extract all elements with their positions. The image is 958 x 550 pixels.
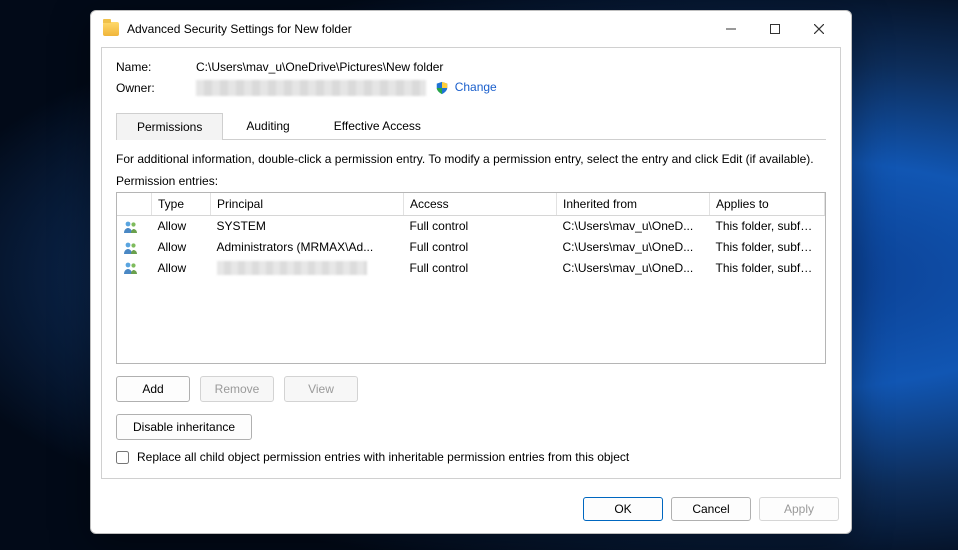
shield-icon	[435, 81, 449, 95]
people-icon	[117, 216, 152, 237]
advanced-security-window: Advanced Security Settings for New folde…	[90, 10, 852, 534]
col-inherited[interactable]: Inherited from	[557, 193, 710, 216]
owner-row: Owner: Change	[116, 80, 826, 96]
inherited-value: C:\Users\mav_u\OneD...	[557, 216, 710, 237]
table-row[interactable]: Allow Administrators (MRMAX\Ad... Full con…	[117, 237, 825, 258]
tab-auditing[interactable]: Auditing	[225, 112, 310, 139]
grid-header-row: Type Principal Access Inherited from App…	[117, 193, 825, 216]
tab-effective-access[interactable]: Effective Access	[313, 112, 442, 139]
type-value: Allow	[152, 237, 211, 258]
access-value: Full control	[404, 216, 557, 237]
access-value: Full control	[404, 237, 557, 258]
entry-buttons: Add Remove View	[116, 376, 826, 402]
applies-value: This folder, subfolders and files	[710, 258, 825, 279]
titlebar: Advanced Security Settings for New folde…	[91, 11, 851, 47]
minimize-button[interactable]	[709, 14, 753, 44]
table-row[interactable]: Allow Full controlC:\Users\mav_u\OneD...T…	[117, 258, 825, 279]
apply-button: Apply	[759, 497, 839, 521]
principal-redacted	[217, 261, 367, 275]
access-value: Full control	[404, 258, 557, 279]
inherited-value: C:\Users\mav_u\OneD...	[557, 258, 710, 279]
view-button: View	[284, 376, 358, 402]
replace-child-checkbox-row[interactable]: Replace all child object permission entr…	[116, 450, 826, 464]
cancel-button[interactable]: Cancel	[671, 497, 751, 521]
close-button[interactable]	[797, 14, 841, 44]
inherited-value: C:\Users\mav_u\OneD...	[557, 237, 710, 258]
tab-permissions[interactable]: Permissions	[116, 113, 223, 140]
replace-child-label: Replace all child object permission entr…	[137, 450, 629, 464]
remove-button: Remove	[200, 376, 274, 402]
owner-value-redacted	[196, 80, 426, 96]
add-button[interactable]: Add	[116, 376, 190, 402]
col-access[interactable]: Access	[404, 193, 557, 216]
content-pane: Name: C:\Users\mav_u\OneDrive\Pictures\N…	[101, 47, 841, 479]
inheritance-buttons: Disable inheritance	[116, 414, 826, 440]
applies-value: This folder, subfolders and files	[710, 216, 825, 237]
table-row[interactable]: Allow SYSTEM Full controlC:\Users\mav_u\On…	[117, 216, 825, 237]
col-applies[interactable]: Applies to	[710, 193, 825, 216]
info-text: For additional information, double-click…	[116, 152, 826, 166]
maximize-button[interactable]	[753, 14, 797, 44]
name-row: Name: C:\Users\mav_u\OneDrive\Pictures\N…	[116, 60, 826, 74]
name-label: Name:	[116, 60, 196, 74]
type-value: Allow	[152, 216, 211, 237]
entries-label: Permission entries:	[116, 174, 826, 188]
ok-button[interactable]: OK	[583, 497, 663, 521]
folder-icon	[103, 22, 119, 36]
principal-value: SYSTEM	[217, 219, 266, 233]
principal-value: Administrators (MRMAX\Ad...	[217, 240, 374, 254]
col-principal[interactable]: Principal	[211, 193, 404, 216]
tab-strip: Permissions Auditing Effective Access	[116, 112, 826, 140]
replace-child-checkbox[interactable]	[116, 451, 129, 464]
people-icon	[117, 237, 152, 258]
applies-value: This folder, subfolders and files	[710, 237, 825, 258]
people-icon	[117, 258, 152, 279]
window-title: Advanced Security Settings for New folde…	[127, 22, 352, 36]
type-value: Allow	[152, 258, 211, 279]
disable-inheritance-button[interactable]: Disable inheritance	[116, 414, 252, 440]
dialog-button-row: OK Cancel Apply	[91, 489, 851, 533]
permission-grid[interactable]: Type Principal Access Inherited from App…	[116, 192, 826, 364]
owner-label: Owner:	[116, 81, 196, 95]
change-owner-link[interactable]: Change	[455, 80, 497, 94]
col-type[interactable]: Type	[152, 193, 211, 216]
name-value: C:\Users\mav_u\OneDrive\Pictures\New fol…	[196, 60, 826, 74]
